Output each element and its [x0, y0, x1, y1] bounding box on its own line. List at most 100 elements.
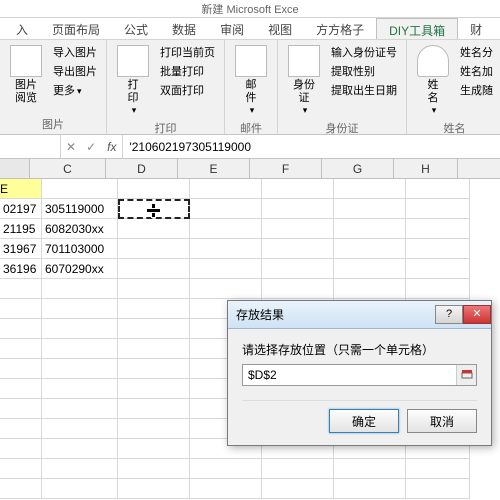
cell[interactable] [42, 339, 118, 359]
duplex-print-button[interactable]: 双面打印 [157, 81, 218, 99]
cell[interactable] [406, 199, 470, 219]
cell[interactable] [118, 339, 190, 359]
cell[interactable] [406, 259, 470, 279]
cell[interactable] [262, 219, 334, 239]
cell[interactable] [0, 359, 42, 379]
cell[interactable]: 02197 [0, 199, 42, 219]
cell[interactable] [262, 239, 334, 259]
cell[interactable] [0, 339, 42, 359]
cell[interactable] [262, 279, 334, 299]
col-header[interactable]: G [322, 159, 394, 178]
cell[interactable] [118, 419, 190, 439]
cell[interactable] [190, 279, 262, 299]
cell[interactable] [190, 179, 262, 199]
cell[interactable] [42, 179, 118, 199]
cell[interactable]: 31967 [0, 239, 42, 259]
cell[interactable] [334, 479, 406, 499]
cell[interactable] [334, 199, 406, 219]
cell[interactable] [0, 439, 42, 459]
cell[interactable] [118, 219, 190, 239]
cell[interactable] [118, 379, 190, 399]
tab-insert[interactable]: 入 [4, 18, 40, 39]
col-header[interactable]: C [30, 159, 106, 178]
cell[interactable]: 21195 [0, 219, 42, 239]
cell[interactable] [118, 199, 190, 219]
fx-icon[interactable]: fx [101, 140, 122, 154]
col-header[interactable]: F [250, 159, 322, 178]
export-picture-button[interactable]: 导出图片 [50, 62, 100, 80]
cell[interactable] [334, 279, 406, 299]
cell[interactable] [118, 479, 190, 499]
cell[interactable] [406, 479, 470, 499]
cell[interactable] [262, 199, 334, 219]
print-current-button[interactable]: 打印当前页 [157, 43, 218, 61]
dialog-title-bar[interactable]: 存放结果 ? ✕ [228, 301, 491, 329]
cell[interactable] [262, 179, 334, 199]
cell[interactable] [262, 459, 334, 479]
tab-view[interactable]: 视图 [256, 18, 304, 39]
cancel-button[interactable]: 取消 [407, 409, 477, 433]
id-card-button[interactable]: 身份 证 ▾ [284, 43, 324, 118]
extract-dob-button[interactable]: 提取出生日期 [328, 81, 400, 99]
more-picture-button[interactable]: 更多▾ [50, 81, 100, 99]
cell[interactable] [42, 479, 118, 499]
cell[interactable] [334, 459, 406, 479]
cell[interactable]: 701103000 [42, 239, 118, 259]
tab-finance[interactable]: 财 [458, 18, 494, 39]
cell[interactable] [118, 319, 190, 339]
import-picture-button[interactable]: 导入图片 [50, 43, 100, 61]
cell[interactable] [190, 259, 262, 279]
cell[interactable] [42, 299, 118, 319]
name-split-button[interactable]: 姓名分 [457, 43, 496, 61]
cell[interactable] [190, 459, 262, 479]
tab-formula[interactable]: 公式 [112, 18, 160, 39]
mail-button[interactable]: 邮 件 ▾ [231, 43, 271, 118]
cell[interactable]: 305119000 [42, 199, 118, 219]
cell[interactable]: 6082030xx [42, 219, 118, 239]
col-header[interactable]: E [178, 159, 250, 178]
cell[interactable] [190, 219, 262, 239]
tab-review[interactable]: 审阅 [208, 18, 256, 39]
picture-view-button[interactable]: 图片 阅览 [6, 43, 46, 107]
cell[interactable] [42, 279, 118, 299]
cell[interactable]: 36196 [0, 259, 42, 279]
cell[interactable] [190, 239, 262, 259]
cell[interactable] [118, 359, 190, 379]
cancel-icon[interactable]: ✕ [66, 140, 76, 154]
cell[interactable] [0, 379, 42, 399]
cell[interactable]: E [0, 179, 42, 199]
tab-diy-toolbox[interactable]: DIY工具箱 [376, 18, 458, 39]
select-all-corner[interactable] [0, 159, 30, 178]
cell[interactable] [334, 239, 406, 259]
cell[interactable] [406, 239, 470, 259]
cell[interactable] [0, 279, 42, 299]
col-header[interactable]: H [394, 159, 458, 178]
dialog-close-button[interactable]: ✕ [463, 305, 491, 324]
col-header[interactable]: D [106, 159, 178, 178]
formula-input[interactable] [123, 140, 500, 154]
cell[interactable] [118, 259, 190, 279]
name-random-button[interactable]: 生成随 [457, 81, 496, 99]
cell[interactable] [190, 479, 262, 499]
batch-print-button[interactable]: 批量打印 [157, 62, 218, 80]
range-picker-button[interactable] [456, 365, 476, 385]
tab-data[interactable]: 数据 [160, 18, 208, 39]
cell[interactable] [42, 459, 118, 479]
cell[interactable] [118, 459, 190, 479]
cell[interactable] [118, 179, 190, 199]
cell[interactable] [0, 399, 42, 419]
cell[interactable] [0, 319, 42, 339]
ok-button[interactable]: 确定 [329, 409, 399, 433]
cell[interactable] [406, 219, 470, 239]
cell-reference-input[interactable] [243, 365, 456, 385]
cell[interactable] [0, 479, 42, 499]
cell[interactable]: 6070290xx [42, 259, 118, 279]
cell[interactable] [406, 459, 470, 479]
cell[interactable] [406, 279, 470, 299]
cell[interactable] [42, 419, 118, 439]
cell[interactable] [42, 379, 118, 399]
cell[interactable] [42, 319, 118, 339]
cell[interactable] [42, 399, 118, 419]
tab-fanggezi[interactable]: 方方格子 [304, 18, 376, 39]
cell[interactable] [0, 299, 42, 319]
